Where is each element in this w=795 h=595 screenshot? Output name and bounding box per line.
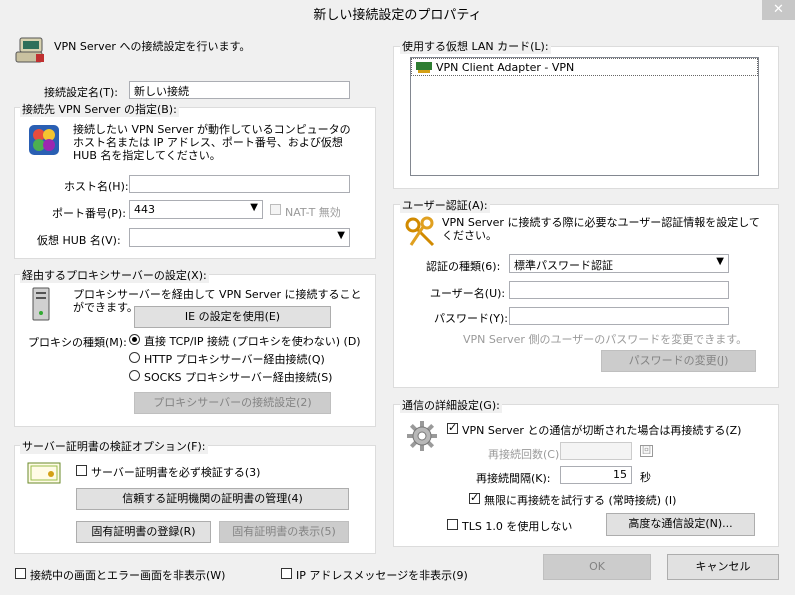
vpn-server-icon bbox=[28, 124, 60, 156]
retry-interval-label: 再接続間隔(K): bbox=[476, 472, 551, 485]
gear-icon bbox=[406, 420, 438, 452]
close-icon: ✕ bbox=[773, 2, 784, 17]
proxy-socks-radio[interactable] bbox=[129, 370, 140, 381]
username-field[interactable] bbox=[509, 281, 729, 299]
change-password-button[interactable]: パスワードの変更(J) bbox=[601, 350, 756, 372]
checkmark-icon: ✓ bbox=[470, 491, 480, 504]
password-label: パスワード(Y): bbox=[434, 312, 509, 325]
retry-interval-field[interactable]: 15 bbox=[560, 466, 632, 484]
port-value: 443 bbox=[134, 203, 155, 216]
computer-config-icon bbox=[14, 36, 46, 66]
hide-status-checkbox[interactable] bbox=[15, 568, 26, 579]
retry-count-label: 再接続回数(C): bbox=[488, 448, 563, 461]
proxy-direct-label: 直接 TCP/IP 接続 (プロキシを使わない) (D) bbox=[144, 335, 361, 348]
proxy-type-label: プロキシの種類(M): bbox=[28, 336, 127, 349]
use-ie-settings-button[interactable]: IE の設定を使用(E) bbox=[134, 306, 331, 328]
retry-count-field[interactable] bbox=[560, 442, 632, 460]
cancel-button[interactable]: キャンセル bbox=[667, 554, 779, 580]
proxy-server-icon bbox=[31, 287, 51, 321]
account-name-label: 接続設定名(T): bbox=[44, 86, 119, 99]
proxy-http-label: HTTP プロキシサーバー経由接続(Q) bbox=[144, 353, 325, 366]
window-title: 新しい接続設定のプロパティ bbox=[313, 8, 482, 23]
infinite-retry-checkbox[interactable]: ✓ bbox=[469, 491, 480, 504]
advanced-settings-button[interactable]: 高度な通信設定(N)... bbox=[606, 513, 755, 536]
keys-icon bbox=[403, 215, 437, 249]
account-name-field[interactable]: 新しい接続 bbox=[129, 81, 350, 99]
server-group-legend: 接続先 VPN Server の指定(B): bbox=[20, 101, 179, 117]
intro-text: VPN Server への接続設定を行います。 bbox=[54, 40, 251, 53]
reconnect-checkbox[interactable]: ✓ bbox=[447, 421, 458, 434]
chevron-down-icon: ▼ bbox=[337, 230, 345, 241]
proxy-group-legend: 経由するプロキシサーバーの設定(X): bbox=[20, 267, 209, 283]
show-cert-button[interactable]: 固有証明書の表示(5) bbox=[219, 521, 349, 543]
reconnect-label: VPN Server との通信が切断された場合は再接続する(Z) bbox=[462, 424, 742, 437]
nat-t-label: NAT-T 無効 bbox=[285, 206, 341, 219]
infinite-retry-label: 無限に再接続を試行する (常時接続) (I) bbox=[484, 494, 677, 507]
proxy-http-radio[interactable] bbox=[129, 352, 140, 363]
proxy-socks-label: SOCKS プロキシサーバー経由接続(S) bbox=[144, 371, 333, 384]
close-button[interactable]: ✕ bbox=[762, 0, 795, 20]
proxy-settings-button[interactable]: プロキシサーバーの接続設定(2) bbox=[134, 392, 331, 414]
no-tls1-checkbox[interactable] bbox=[447, 519, 458, 530]
auth-group-legend: ユーザー認証(A): bbox=[400, 197, 490, 213]
ok-button[interactable]: OK bbox=[543, 554, 651, 580]
retry-count-unit: 回 bbox=[640, 445, 654, 457]
auth-type-label: 認証の種類(6): bbox=[426, 260, 501, 273]
auth-type-value: 標準パスワード認証 bbox=[514, 259, 613, 272]
verify-cert-checkbox[interactable] bbox=[76, 465, 87, 476]
certificate-icon bbox=[27, 462, 61, 484]
verify-cert-label: サーバー証明書を必ず検証する(3) bbox=[91, 466, 261, 479]
nic-item-label: VPN Client Adapter - VPN bbox=[436, 61, 575, 74]
chevron-down-icon: ▼ bbox=[716, 256, 724, 267]
cert-group-legend: サーバー証明書の検証オプション(F): bbox=[20, 438, 208, 454]
hide-ip-label: IP アドレスメッセージを非表示(9) bbox=[296, 569, 468, 582]
username-label: ユーザー名(U): bbox=[430, 287, 506, 300]
port-label: ポート番号(P): bbox=[52, 207, 126, 220]
hide-ip-checkbox[interactable] bbox=[281, 568, 292, 579]
host-label: ホスト名(H): bbox=[64, 180, 129, 193]
port-select[interactable]: 443 ▼ bbox=[129, 200, 263, 219]
hub-label: 仮想 HUB 名(V): bbox=[37, 234, 121, 247]
host-field[interactable] bbox=[129, 175, 350, 193]
hide-status-label: 接続中の画面とエラー画面を非表示(W) bbox=[30, 569, 226, 582]
checkmark-icon: ✓ bbox=[448, 421, 458, 434]
advanced-group-legend: 通信の詳細設定(G): bbox=[400, 397, 502, 413]
server-description: 接続したい VPN Server が動作しているコンピュータのホスト名または I… bbox=[73, 123, 351, 162]
password-field[interactable] bbox=[509, 307, 729, 325]
hub-select[interactable]: ▼ bbox=[129, 228, 350, 247]
manage-trusted-ca-button[interactable]: 信頼する証明機関の証明書の管理(4) bbox=[76, 488, 349, 510]
chevron-down-icon: ▼ bbox=[250, 202, 258, 213]
auth-type-select[interactable]: 標準パスワード認証 ▼ bbox=[509, 254, 729, 273]
proxy-direct-radio[interactable] bbox=[129, 334, 140, 345]
no-tls1-label: TLS 1.0 を使用しない bbox=[462, 520, 573, 533]
nic-group-legend: 使用する仮想 LAN カード(L): bbox=[400, 38, 551, 54]
nat-t-checkbox[interactable] bbox=[270, 204, 281, 215]
network-card-icon bbox=[416, 62, 432, 73]
auth-description: VPN Server に接続する際に必要なユーザー認証情報を設定してください。 bbox=[442, 216, 760, 242]
password-change-note: VPN Server 側のユーザーのパスワードを変更できます。 bbox=[463, 333, 748, 346]
retry-interval-unit: 秒 bbox=[640, 471, 651, 484]
register-cert-button[interactable]: 固有証明書の登録(R) bbox=[76, 521, 211, 543]
